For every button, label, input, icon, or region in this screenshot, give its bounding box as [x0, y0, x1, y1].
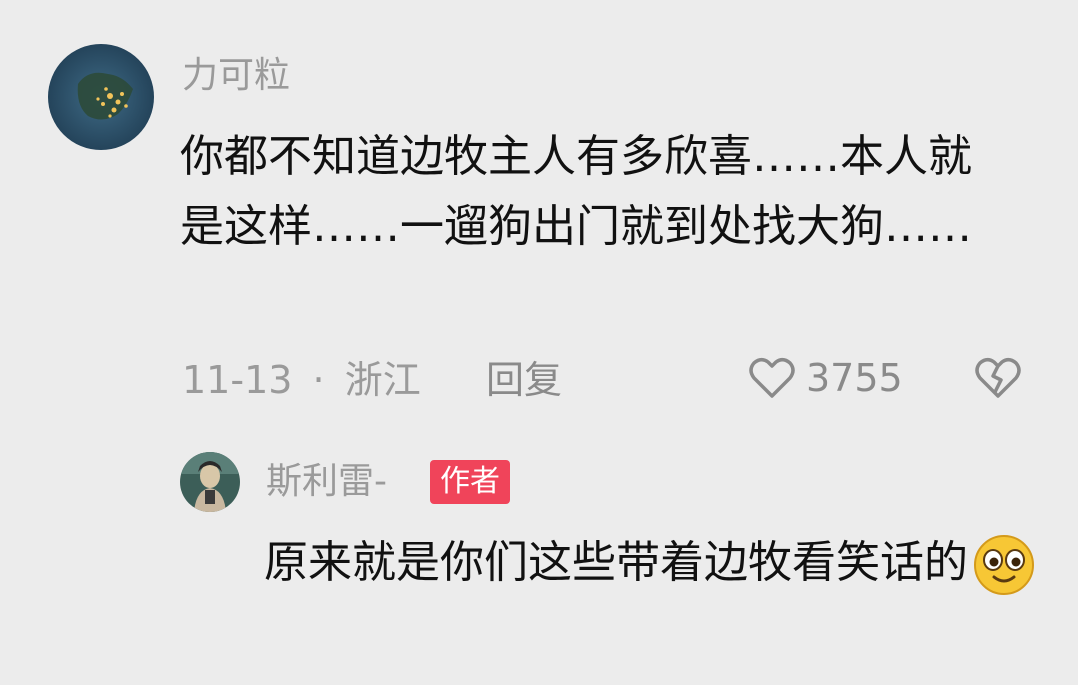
- person-portrait-avatar-icon: [180, 452, 240, 512]
- author-badge: 作者: [430, 460, 510, 504]
- smiling-face-emoji-icon: [972, 533, 1036, 597]
- reply-author-avatar[interactable]: [180, 452, 240, 512]
- commenter-username[interactable]: 力可粒: [182, 56, 290, 96]
- reply-username[interactable]: 斯利雷-: [266, 462, 387, 502]
- comment-meta: 11-13 · 浙江: [182, 358, 421, 402]
- comment-text: 你都不知道边牧主人有多欣喜……本人就是这样……一遛狗出门就到处找大狗……: [180, 131, 972, 252]
- comment-date: 11-13: [182, 358, 293, 402]
- broken-heart-icon: [975, 358, 1021, 398]
- dislike-button[interactable]: [974, 356, 1022, 404]
- earth-night-map-avatar-icon: [48, 44, 154, 150]
- commenter-avatar[interactable]: [48, 44, 154, 150]
- reply-text-content: 原来就是你们这些带着边牧看笑话的: [264, 537, 968, 588]
- heart-outline-icon: [749, 358, 795, 398]
- like-button[interactable]: 3755: [748, 356, 903, 400]
- comment-location: 浙江: [344, 358, 421, 402]
- like-count: 3755: [806, 356, 903, 400]
- reply-button[interactable]: 回复: [486, 358, 562, 402]
- reply-text: 原来就是你们这些带着边牧看笑话的: [264, 528, 1044, 598]
- meta-separator: ·: [312, 358, 325, 402]
